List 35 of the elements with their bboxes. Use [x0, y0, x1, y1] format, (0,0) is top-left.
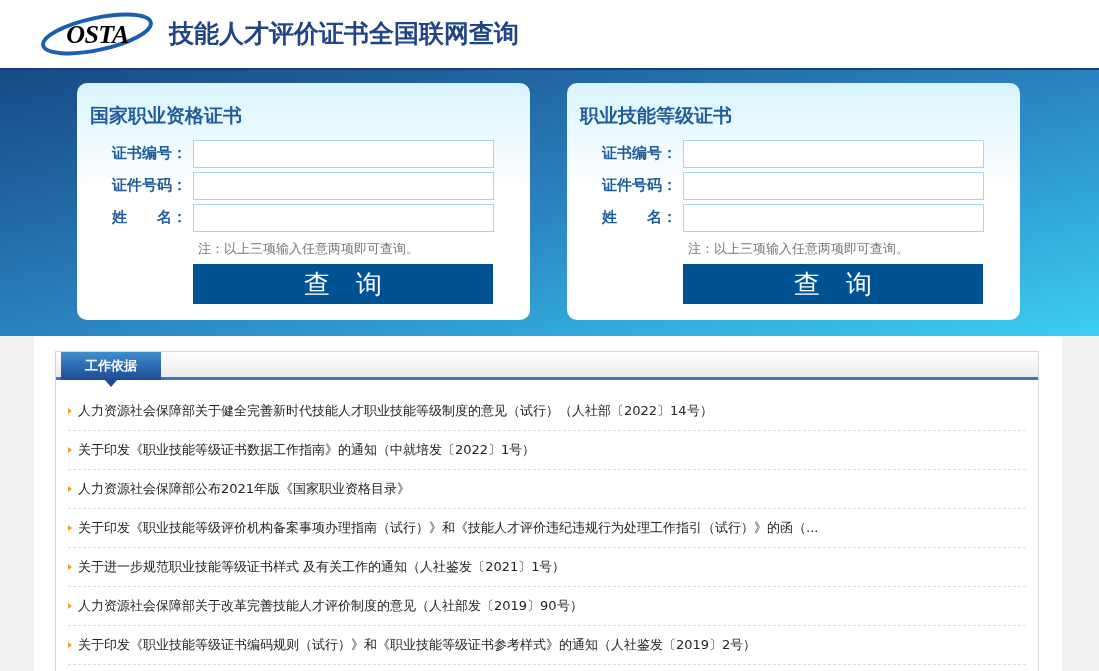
field-label: 证件号码：	[602, 175, 678, 197]
document-link[interactable]: 关于印发《职业技能等级证书编码规则（试行）》和《职业技能等级证书参考样式》的通知（人社鉴发〔2019〕2号）	[78, 635, 757, 655]
pointer-icon	[105, 380, 117, 387]
document-link[interactable]: 关于印发《职业技能等级证书数据工作指南》的通知（中就培发〔2022〕1号）	[78, 440, 536, 460]
section-tab[interactable]: 工作依据	[61, 352, 161, 380]
input-field[interactable]	[683, 139, 984, 168]
bullet-icon	[68, 603, 72, 609]
field-label: 证件号码：	[112, 175, 188, 197]
bullet-icon	[68, 447, 72, 453]
field-label: 证书编号：	[112, 143, 188, 165]
input-field[interactable]	[193, 171, 494, 200]
field-label: 证书编号：	[602, 143, 678, 165]
card-title: 国家职业资格证书	[90, 103, 243, 128]
field-label: 姓 名：	[602, 207, 678, 229]
input-field[interactable]	[683, 171, 984, 200]
document-link[interactable]: 人力资源社会保障部关于改革完善技能人才评价制度的意见（人社部发〔2019〕90号）	[78, 596, 583, 616]
query-button[interactable]: 查 询	[193, 264, 493, 304]
input-field[interactable]	[683, 203, 984, 232]
site-title: 技能人才评价证书全国联网查询	[169, 18, 519, 51]
document-link[interactable]: 关于印发《职业技能等级评价机构备案事项办理指南（试行）》和《技能人才评价违纪违规行为处理工作指引（试行）》的函（...	[78, 518, 819, 538]
input-field[interactable]	[193, 139, 494, 168]
bullet-icon	[68, 486, 72, 492]
input-field[interactable]	[193, 203, 494, 232]
note-text: 注：以上三项输入任意两项即可查询。	[198, 239, 420, 258]
bullet-icon	[68, 564, 72, 570]
note-text: 注：以上三项输入任意两项即可查询。	[688, 239, 910, 258]
bullet-icon	[68, 525, 72, 531]
card-title: 职业技能等级证书	[580, 103, 733, 128]
document-link[interactable]: 人力资源社会保障部公布2021年版《国家职业资格目录》	[78, 479, 411, 499]
document-link[interactable]: 人力资源社会保障部关于健全完善新时代技能人才职业技能等级制度的意见（试行）（人社部〔2022〕14号）	[78, 401, 713, 421]
document-link[interactable]: 关于进一步规范职业技能等级证书样式 及有关工作的通知（人社鉴发〔2021〕1号）	[78, 557, 566, 577]
query-button[interactable]: 查 询	[683, 264, 983, 304]
bullet-icon	[68, 408, 72, 414]
field-label: 姓 名：	[112, 207, 188, 229]
bullet-icon	[68, 642, 72, 648]
